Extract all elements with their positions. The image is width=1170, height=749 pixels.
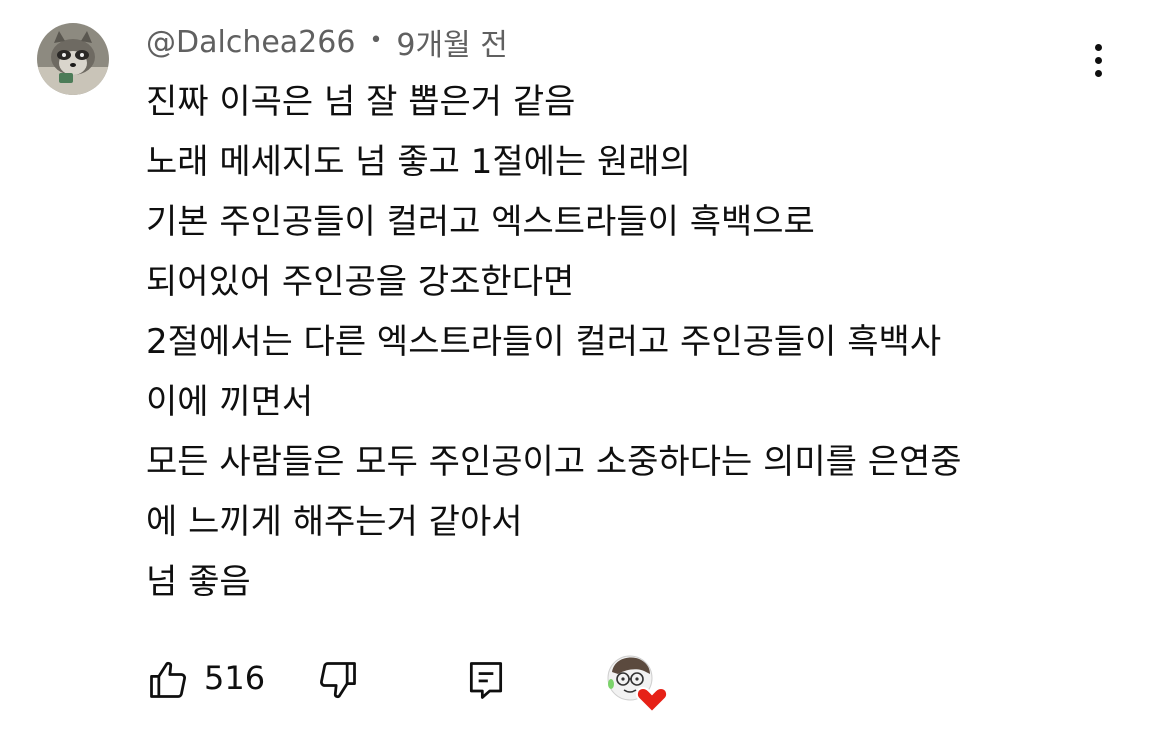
comment-line: 진짜 이곡은 넘 잘 뽑은거 같음 xyxy=(146,82,576,122)
thumbs-up-icon xyxy=(150,661,186,698)
like-button[interactable] xyxy=(146,658,190,702)
comment-line: 모든 사람들은 모두 주인공이고 소중하다는 의미를 은연중 xyxy=(146,442,962,482)
more-vert-icon xyxy=(1094,43,1102,51)
comment-line: 2절에서는 다른 엑스트라들이 컬러고 주인공들이 흑백사 xyxy=(146,322,942,362)
comment-actions: 516 xyxy=(146,650,706,714)
creator-heart-icon xyxy=(607,655,669,714)
comment-line: 이에 끼면서 xyxy=(146,382,314,422)
avatar[interactable] xyxy=(37,23,109,95)
reply-button[interactable] xyxy=(464,658,508,702)
comment-line: 기본 주인공들이 컬러고 엑스트라들이 흑백으로 xyxy=(146,202,815,242)
comment-timestamp[interactable]: 9개월 전 xyxy=(396,20,507,64)
dislike-button[interactable] xyxy=(316,658,360,702)
comment-line: 노래 메세지도 넘 좋고 1절에는 원래의 xyxy=(146,142,691,182)
comment-line: 에 느끼게 해주는거 같아서 xyxy=(146,502,523,542)
comment-text: 진짜 이곡은 넘 잘 뽑은거 같음 노래 메세지도 넘 좋고 1절에는 원래의 … xyxy=(146,72,1146,612)
like-count: 516 xyxy=(204,659,266,697)
reply-comment-icon xyxy=(469,662,503,699)
creator-heart-badge xyxy=(606,654,670,714)
separator-dot: • xyxy=(369,27,383,53)
raccoon-avatar-icon xyxy=(37,23,109,95)
thumbs-down-icon xyxy=(320,662,356,699)
comment-line: 넘 좋음 xyxy=(146,562,251,602)
comment-line: 되어있어 주인공을 강조한다면 xyxy=(146,262,575,302)
author-name[interactable]: @Dalchea266 xyxy=(146,25,355,60)
comment-header: @Dalchea266 • 9개월 전 xyxy=(146,20,508,64)
more-vert-icon-dot xyxy=(1094,56,1102,64)
